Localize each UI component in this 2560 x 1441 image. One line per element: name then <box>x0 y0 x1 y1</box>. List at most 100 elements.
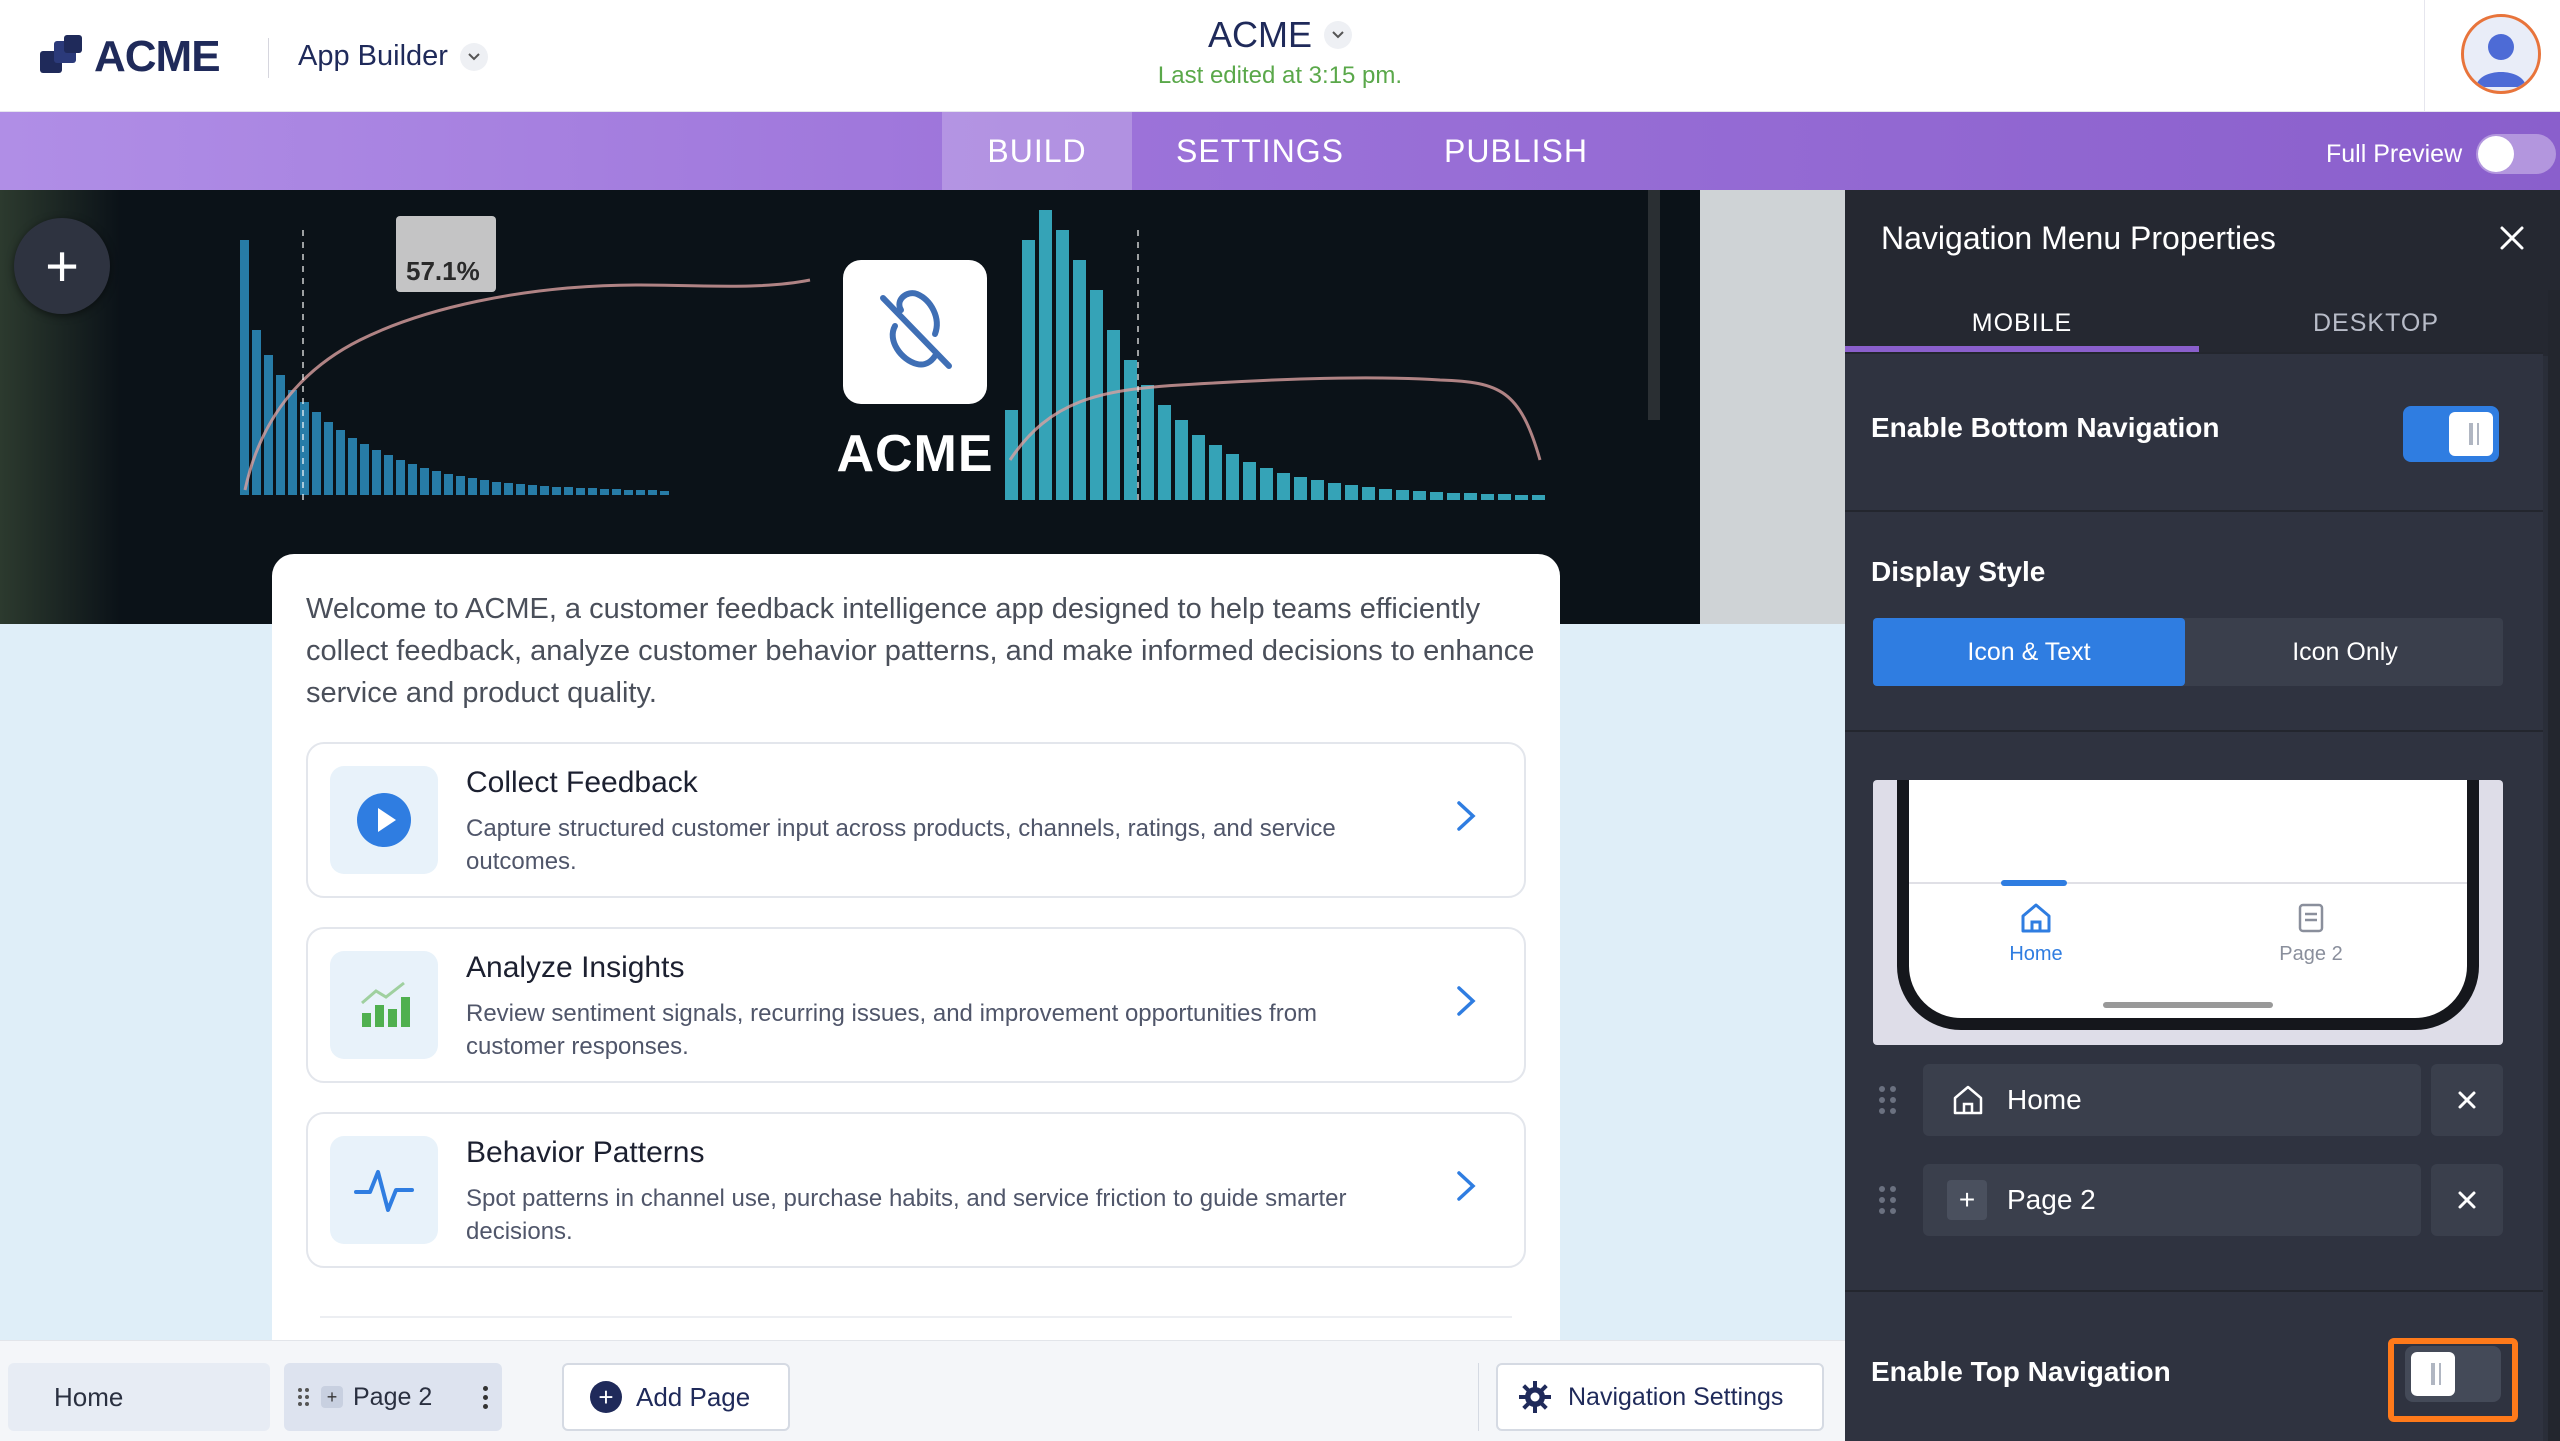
builder-nav-bar: BUILD SETTINGS PUBLISH Full Preview <box>0 112 2560 190</box>
preview-nav-label: Home <box>2009 943 2063 965</box>
feature-description: Capture structured customer input across… <box>466 815 1336 875</box>
plus-icon: + <box>1947 1180 1987 1220</box>
panel-title: Navigation Menu Properties <box>1881 220 2276 256</box>
close-icon <box>2458 1191 2476 1209</box>
nav-item-label: Home <box>2007 1084 2082 1115</box>
feature-description: Review sentiment signals, recurring issu… <box>466 1000 1318 1060</box>
enable-top-nav-toggle[interactable] <box>2405 1346 2501 1402</box>
preview-nav-page-2: Page 2 <box>2261 902 2361 966</box>
pagebar-divider <box>1478 1363 1479 1431</box>
nav-item-page-2: + Page 2 <box>1845 1164 2560 1236</box>
hero-brand-name: ACME <box>836 425 994 483</box>
nav-item-label: Page 2 <box>2007 1184 2096 1215</box>
navigation-settings-label: Navigation Settings <box>1568 1382 1784 1411</box>
chevron-right-icon <box>1446 981 1486 1021</box>
drag-handle-icon[interactable] <box>1879 1186 1896 1214</box>
add-page-button[interactable]: + Add Page <box>562 1363 790 1431</box>
plus-circle-icon: + <box>590 1381 622 1413</box>
home-icon <box>1953 1085 1983 1115</box>
chevron-down-icon <box>459 42 488 71</box>
feature-title: Behavior Patterns <box>466 1136 705 1169</box>
page-canvas: 57.1% + ACME Welcome to ACME, a customer… <box>0 190 1845 1354</box>
nav-item-home-field[interactable]: Home <box>1923 1064 2421 1136</box>
preview-nav-label: Page 2 <box>2279 943 2343 965</box>
nav-item-home: Home <box>1845 1064 2560 1136</box>
feature-title: Collect Feedback <box>466 766 698 799</box>
home-icon <box>2021 903 2051 933</box>
toggle-knob <box>2449 412 2493 456</box>
enable-bottom-nav-label: Enable Bottom Navigation <box>1871 412 2220 443</box>
logo-text: ACME <box>94 32 221 81</box>
enable-top-nav-label: Enable Top Navigation <box>1871 1356 2171 1387</box>
gear-icon <box>1518 1380 1552 1414</box>
play-circle-icon <box>330 766 438 874</box>
content-divider <box>320 1316 1512 1318</box>
hero-overlay-value: 57.1% <box>406 256 480 286</box>
chevron-right-icon <box>1446 1166 1486 1206</box>
feature-card-analyze-insights[interactable]: Analyze Insights Review sentiment signal… <box>306 927 1526 1083</box>
app-builder-label: App Builder <box>298 40 448 72</box>
page-tab-home[interactable]: Home <box>8 1363 270 1431</box>
more-vertical-icon[interactable] <box>483 1385 488 1409</box>
project-title-block: ACME Last edited at 3:15 pm. <box>1100 14 1460 90</box>
feature-title: Analyze Insights <box>466 951 685 984</box>
close-icon[interactable] <box>2492 218 2532 258</box>
project-name-dropdown[interactable]: ACME <box>1208 14 1352 56</box>
plus-icon: + <box>321 1386 343 1408</box>
bar-chart-icon <box>330 951 438 1059</box>
feature-card-collect-feedback[interactable]: Collect Feedback Capture structured cust… <box>306 742 1526 898</box>
navigation-settings-button[interactable]: Navigation Settings <box>1496 1363 1824 1431</box>
full-preview-control: Full Preview <box>2326 134 2557 174</box>
app-logo-tile <box>843 260 987 404</box>
nav-item-page-2-field[interactable]: + Page 2 <box>1923 1164 2421 1236</box>
hero-right-edge <box>1700 190 1845 624</box>
content-card: Welcome to ACME, a customer feedback int… <box>272 554 1560 1354</box>
phone-frame: Home Page 2 <box>1897 780 2479 1030</box>
page-tab-page-2[interactable]: + Page 2 <box>284 1363 502 1431</box>
option-icon-only[interactable]: Icon Only <box>2187 618 2503 686</box>
top-nav-section: Enable Top Navigation <box>1845 1290 2543 1441</box>
pulse-icon <box>330 1136 438 1244</box>
drag-handle-icon[interactable] <box>298 1388 309 1406</box>
full-preview-toggle[interactable] <box>2476 134 2557 174</box>
page-tab-label: Page 2 <box>353 1382 433 1411</box>
delete-nav-item-home-button[interactable] <box>2431 1064 2503 1136</box>
option-icon-and-text[interactable]: Icon & Text <box>1873 618 2185 686</box>
section-divider <box>1845 730 2543 732</box>
chevron-down-icon <box>1324 21 1352 49</box>
feature-card-behavior-patterns[interactable]: Behavior Patterns Spot patterns in chann… <box>306 1112 1526 1268</box>
project-name: ACME <box>1207 14 1312 55</box>
close-icon <box>2458 1091 2476 1109</box>
app-builder-dropdown[interactable]: App Builder <box>298 40 488 73</box>
feature-description: Spot patterns in channel use, purchase h… <box>466 1185 1347 1245</box>
mobile-nav-preview: Home Page 2 <box>1873 780 2503 1045</box>
full-preview-label: Full Preview <box>2326 139 2463 168</box>
tab-publish[interactable]: PUBLISH <box>1418 112 1614 190</box>
tab-settings[interactable]: SETTINGS <box>1162 112 1358 190</box>
chevron-right-icon <box>1446 796 1486 836</box>
display-style-label: Display Style <box>1871 556 2046 587</box>
panel-scrollbar[interactable] <box>2548 290 2560 1441</box>
drag-handle-icon[interactable] <box>1879 1086 1896 1114</box>
broken-link-icon <box>880 290 952 369</box>
top-header: ACME App Builder ACME Last edited at 3:1… <box>0 0 2560 112</box>
header-divider <box>268 38 269 78</box>
display-style-segmented: Icon & Text Icon Only <box>1873 618 2503 686</box>
last-edited-text: Last edited at 3:15 pm. <box>1157 62 1403 89</box>
logo-mark-icon <box>40 35 84 79</box>
tab-desktop[interactable]: DESKTOP <box>2199 290 2553 356</box>
enable-bottom-nav-toggle[interactable] <box>2403 406 2499 462</box>
acme-logo[interactable]: ACME <box>40 32 221 82</box>
preview-nav-home: Home <box>1991 902 2081 966</box>
add-section-button[interactable]: + <box>14 218 110 314</box>
panel-header: Navigation Menu Properties <box>1845 190 2560 290</box>
bottom-nav-section: Enable Bottom Navigation <box>1845 352 2543 510</box>
add-page-label: Add Page <box>636 1381 751 1412</box>
delete-nav-item-page-2-button[interactable] <box>2431 1164 2503 1236</box>
toggle-knob <box>2411 1352 2455 1396</box>
preview-active-indicator <box>2001 880 2067 886</box>
user-avatar-icon[interactable] <box>2461 14 2541 94</box>
welcome-text: Welcome to ACME, a customer feedback int… <box>306 593 1535 709</box>
preview-nav-border <box>1909 882 2467 884</box>
tab-build[interactable]: BUILD <box>942 112 1132 190</box>
